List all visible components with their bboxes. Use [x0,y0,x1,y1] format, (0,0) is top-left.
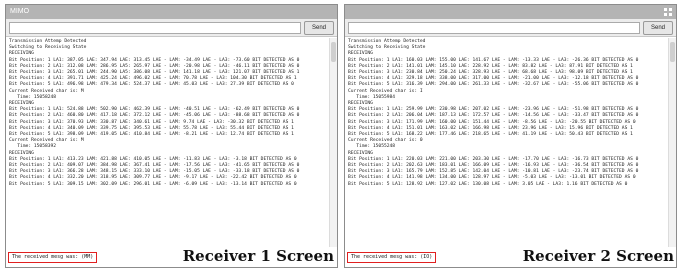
screen-label: Receiver 2 Screen [521,247,675,265]
send-input[interactable] [348,22,640,34]
send-button[interactable]: Send [304,21,334,35]
log-line: Bit Position: 2 LA1: 460.80 LAM: 417.18 … [9,113,300,119]
send-button[interactable]: Send [643,21,673,35]
title-bar: MIMO [6,5,337,19]
title-bar [345,5,676,19]
serial-log: Transmission Attemp Detected Switching to… [6,38,329,247]
log-line: Bit Position: 3 LA1: 171.99 LAM: 160.00 … [348,119,636,125]
send-toolbar: Send [345,19,676,37]
log-line: Bit Position: 5 LA1: 316.39 LAM: 294.00 … [348,82,639,88]
send-toolbar: Send [6,19,337,37]
log-line: Bit Position: 4 LA1: 141.98 LAM: 134.00 … [348,175,636,181]
serial-log: Transmission Attemp Detected Switching to… [345,38,668,247]
received-message-highlight: The received mesg was: (MM) [8,252,98,263]
log-line: Bit Position: 1 LA1: 387.05 LAE: 347.94 … [9,57,300,63]
scrollbar-thumb[interactable] [331,42,336,62]
footer: The received mesg was: (IO) Receiver 2 S… [345,247,676,267]
vertical-scrollbar[interactable] [329,38,337,247]
log-line: Bit Position: 5 LA1: 496.98 LAM: 479.34 … [9,82,294,88]
log-line: Bit Position: 2 LA1: 206.04 LAM: 187.13 … [348,113,639,119]
screen-label: Receiver 1 Screen [181,247,335,265]
log-line: Bit Position: 3 LA1: 370.93 LAM: 330.87 … [9,119,294,125]
scrollbar-thumb[interactable] [670,42,675,62]
receiver-2-window: Send Transmission Attemp Detected Switchi… [344,4,677,268]
log-line: Bit Position: 5 LA1: 309.15 LAM: 302.09 … [9,181,297,187]
log-line: Bit Position: 4 LA1: 332.20 LAM: 318.95 … [9,175,297,181]
vertical-scrollbar[interactable] [668,38,676,247]
footer: The received mesg was: (MM) Receiver 1 S… [6,247,337,267]
log-line: Bit Position: 1 LA1: 160.03 LAM: 155.00 … [348,57,639,63]
maximize-icon[interactable] [664,8,672,16]
window-title: MIMO [10,8,30,15]
receiver-1-window: MIMO Send Transmission Attemp Detected Sw… [5,4,338,268]
log-line: Bit Position: 5 LA1: 128.92 LAM: 127.02 … [348,181,628,187]
received-message-highlight: The received mesg was: (IO) [347,252,437,263]
send-input[interactable] [9,22,301,34]
